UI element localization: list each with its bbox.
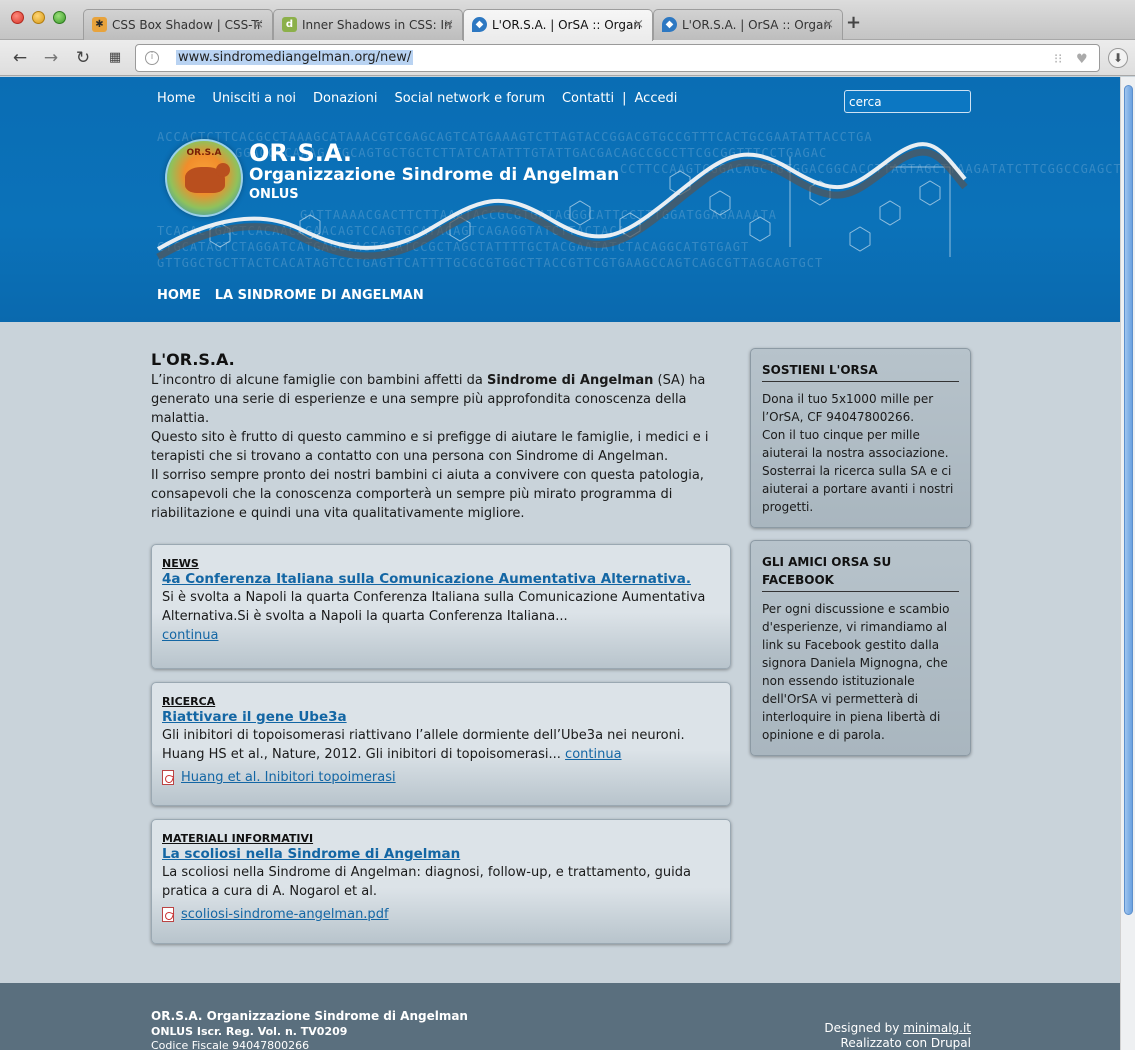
card-text: Si è svolta a Napoli la quarta Conferenz… (162, 590, 706, 643)
browser-tab[interactable]: d Inner Shadows in CSS: Images × (273, 9, 463, 40)
close-tab-icon[interactable]: × (633, 10, 644, 40)
page-scrollbar[interactable] (1120, 77, 1135, 1050)
url-text[interactable]: www.sindromediangelman.org/new/ (176, 50, 414, 65)
intro-paragraph: Il sorriso sempre pronto dei nostri bamb… (151, 468, 704, 521)
address-bar[interactable]: i www.sindromediangelman.org/new/ ⁝⁝ ♥ (135, 44, 1100, 72)
apps-grid-icon[interactable]: ▦ (104, 47, 126, 69)
zoom-window-button[interactable] (53, 11, 66, 24)
attachment: scoliosi-sindrome-angelman.pdf (162, 907, 720, 922)
card-text: Gli inibitori di topoisomerasi riattivan… (162, 728, 685, 762)
materials-card: MATERIALI INFORMATIVI La scoliosi nella … (151, 819, 731, 944)
main-navigation: HOME LA SINDROME DI ANGELMAN (157, 288, 438, 303)
sidebar-block-title: GLI AMICI ORSA SU FACEBOOK (762, 553, 959, 592)
footer-tax-code: Codice Fiscale 94047800266 (151, 1039, 310, 1050)
site-header: ACCACTCTTCACGCCTAAAGCATAAACGTCGAGCAGTCAT… (0, 77, 1120, 322)
close-tab-icon[interactable]: × (253, 10, 264, 40)
nav-link-join[interactable]: Unisciti a noi (212, 91, 296, 106)
card-category: RICERCA (162, 695, 216, 708)
bookmark-heart-icon[interactable]: ♥ (1076, 52, 1088, 67)
css-tricks-star-icon: ✱ (92, 17, 107, 32)
reload-icon[interactable]: ↻ (72, 47, 94, 69)
browser-tab[interactable]: ◆ L'OR.S.A. | OrSA :: Organizzazione × (653, 9, 843, 40)
read-more-link[interactable]: continua (162, 628, 219, 643)
research-card: RICERCA Riattivare il gene Ube3a Gli ini… (151, 682, 731, 806)
minimize-window-button[interactable] (32, 11, 45, 24)
forward-arrow-icon[interactable]: → (40, 47, 62, 69)
close-tab-icon[interactable]: × (823, 10, 834, 40)
card-text: La scoliosi nella Sindrome di Angelman: … (162, 865, 691, 899)
site-title[interactable]: OR.S.A. (249, 139, 352, 167)
top-navigation: Home Unisciti a noi Donazioni Social net… (157, 91, 694, 106)
extension-grid-icon[interactable]: ⁝⁝ (1054, 52, 1062, 67)
close-tab-icon[interactable]: × (443, 10, 454, 40)
pdf-icon (162, 907, 174, 922)
attachment-link[interactable]: scoliosi-sindrome-angelman.pdf (181, 907, 389, 922)
card-title-link[interactable]: Riattivare il gene Ube3a (162, 709, 720, 725)
nav-link-login[interactable]: Accedi (635, 91, 678, 106)
nav-link-donations[interactable]: Donazioni (313, 91, 377, 106)
intro-paragraph: Questo sito è frutto di questo cammino e… (151, 430, 709, 464)
sidebar-block-support: SOSTIENI L'ORSA Dona il tuo 5x1000 mille… (750, 348, 971, 528)
attachment-link[interactable]: Huang et al. Inibitori topoimerasi (181, 770, 396, 785)
sidebar-block-title: SOSTIENI L'ORSA (762, 361, 959, 382)
sidebar-block-text: Dona il tuo 5x1000 mille per l’OrSA, CF … (762, 392, 954, 514)
browser-tab-bar: ✱ CSS Box Shadow | CSS-Tricks × d Inner … (0, 0, 1135, 41)
designer-link[interactable]: minimalg.it (903, 1021, 971, 1035)
close-window-button[interactable] (11, 11, 24, 24)
site-onlus-label: ONLUS (249, 187, 299, 202)
orsa-logo[interactable]: OR.S.A (165, 139, 243, 217)
drupal-drop-icon: ◆ (472, 17, 487, 32)
new-tab-icon[interactable]: + (846, 12, 861, 33)
browser-toolbar: ← → ↻ ▦ i www.sindromediangelman.org/new… (0, 40, 1135, 76)
bear-head-icon (216, 163, 230, 177)
card-category: NEWS (162, 557, 199, 570)
intro-paragraph: L’incontro di alcune famiglie con bambin… (151, 373, 706, 426)
page-title: L'OR.S.A. (151, 350, 235, 369)
back-arrow-icon[interactable]: ← (9, 47, 31, 69)
intro-section: L'OR.S.A. L’incontro di alcune famiglie … (151, 350, 726, 523)
main-content: L'OR.S.A. L’incontro di alcune famiglie … (0, 322, 1120, 983)
nav-link-home[interactable]: Home (157, 91, 195, 106)
nav-link-social[interactable]: Social network e forum (394, 91, 545, 106)
drupal-drop-icon: ◆ (662, 17, 677, 32)
sidebar-block-text: Per ogni discussione e scambio d'esperie… (762, 602, 950, 742)
footer-org-name: OR.S.A. Organizzazione Sindrome di Angel… (151, 1009, 468, 1023)
site-subtitle: Organizzazione Sindrome di Angelman (249, 165, 620, 185)
pdf-icon (162, 770, 174, 785)
card-category: MATERIALI INFORMATIVI (162, 832, 314, 845)
read-more-link[interactable]: continua (565, 747, 622, 762)
footer-powered-by: Realizzato con Drupal (840, 1036, 971, 1050)
footer-designed-by: Designed by minimalg.it (824, 1021, 971, 1035)
nav-separator: | (622, 91, 627, 106)
card-title-link[interactable]: 4a Conferenza Italiana sulla Comunicazio… (162, 571, 720, 587)
card-title-link[interactable]: La scoliosi nella Sindrome di Angelman (162, 846, 720, 862)
news-card: NEWS 4a Conferenza Italiana sulla Comuni… (151, 544, 731, 669)
main-nav-angelman-syndrome[interactable]: LA SINDROME DI ANGELMAN (215, 288, 424, 303)
browser-tab-active[interactable]: ◆ L'OR.S.A. | OrSA :: Organizzazione × (463, 9, 653, 41)
attachment: Huang et al. Inibitori topoimerasi (162, 770, 720, 785)
download-icon[interactable]: ⬇ (1108, 48, 1128, 68)
search-input[interactable] (844, 90, 971, 113)
nav-link-contacts[interactable]: Contatti (562, 91, 614, 106)
sidebar-block-facebook: GLI AMICI ORSA SU FACEBOOK Per ogni disc… (750, 540, 971, 756)
d-favicon-icon: d (282, 17, 297, 32)
main-nav-home[interactable]: HOME (157, 288, 201, 303)
page-info-icon[interactable]: i (145, 51, 159, 65)
scrollbar-thumb[interactable] (1124, 85, 1133, 915)
footer-registration: ONLUS Iscr. Reg. Vol. n. TV0209 (151, 1025, 348, 1038)
site-footer: OR.S.A. Organizzazione Sindrome di Angel… (0, 983, 1120, 1050)
browser-tab[interactable]: ✱ CSS Box Shadow | CSS-Tricks × (83, 9, 273, 40)
